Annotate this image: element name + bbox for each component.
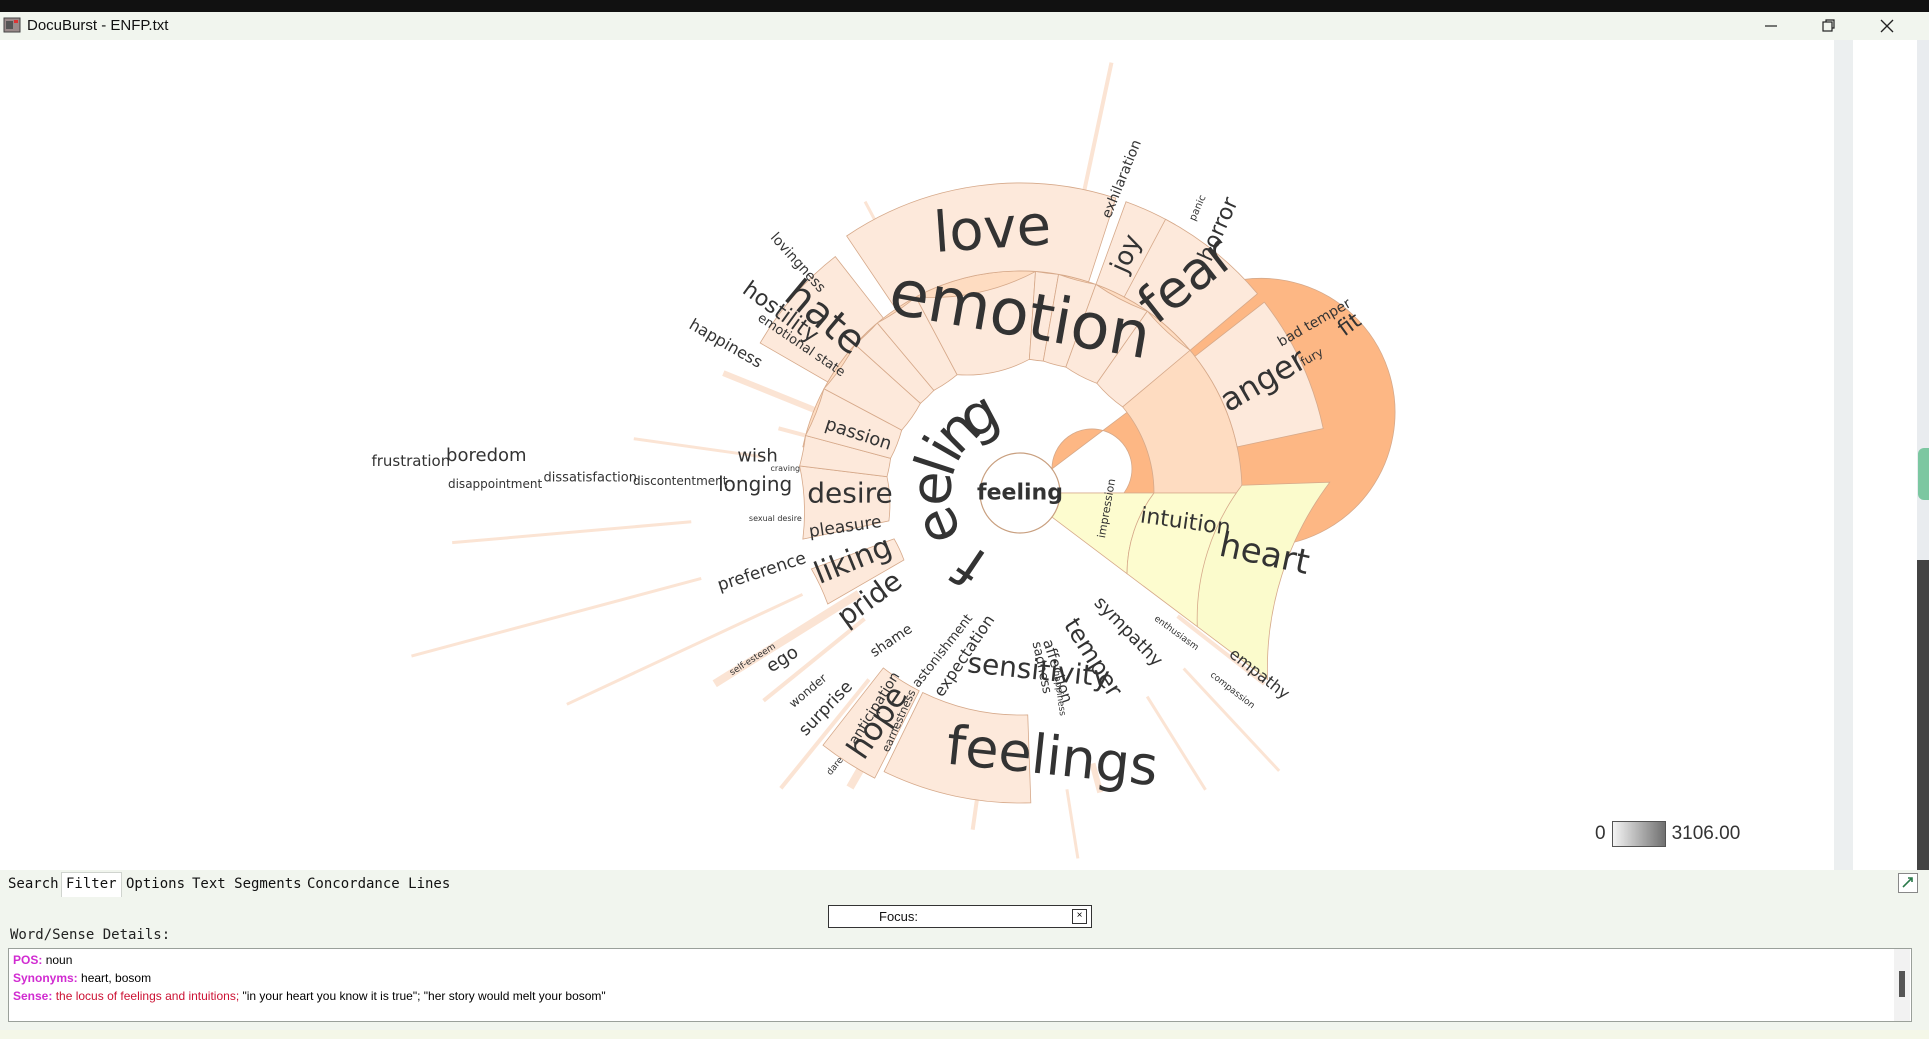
- title-bar: [0, 12, 1929, 40]
- right-edge-dark: [1917, 560, 1929, 870]
- tab-concordance-lines[interactable]: Concordance Lines: [307, 876, 450, 892]
- label-desire: desire: [807, 477, 893, 510]
- tab-options[interactable]: Options: [126, 876, 185, 892]
- pos-row: POS: noun: [13, 953, 72, 967]
- label-love: love: [931, 193, 1053, 266]
- legend-min: 0: [1595, 823, 1606, 844]
- synonyms-value: heart, bosom: [81, 971, 152, 985]
- label-frustration: frustration: [371, 452, 450, 470]
- pos-value: noun: [45, 953, 73, 967]
- app-icon: [3, 17, 21, 33]
- faint-ray: [452, 520, 692, 545]
- os-top-strip: [0, 0, 1929, 12]
- canvas-divider[interactable]: [1834, 40, 1853, 870]
- sunburst-chart[interactable]: feelingemotionlove fearangerjoyhatefeelin…: [0, 40, 1834, 870]
- label-preference: preference: [715, 548, 809, 595]
- synonyms-label: Synonyms:: [13, 971, 78, 985]
- window-title: DocuBurst - ENFP.txt: [27, 17, 169, 34]
- label-shame: shame: [867, 621, 915, 661]
- label-discontentment: discontentment: [633, 474, 728, 488]
- label-sexual-desire: sexual desire: [749, 514, 802, 523]
- export-icon[interactable]: [1898, 873, 1918, 893]
- label-feeling-letter: f: [943, 533, 997, 599]
- sense-examples: "in your heart you know it is true"; "he…: [242, 989, 606, 1003]
- bottom-strip: [0, 1030, 1929, 1039]
- pos-label: POS:: [13, 953, 43, 967]
- focus-field[interactable]: Focus: ×: [828, 905, 1092, 928]
- close-button[interactable]: [1858, 12, 1916, 40]
- color-legend: 0 3106.00: [1595, 820, 1740, 848]
- side-handle[interactable]: [1918, 448, 1929, 500]
- sense-row: Sense: the locus of feelings and intuiti…: [13, 989, 606, 1003]
- restore-icon: [1822, 19, 1835, 32]
- legend-gradient: [1611, 821, 1666, 847]
- synonyms-row: Synonyms: heart, bosom: [13, 971, 151, 985]
- label-feeling: feeling: [977, 481, 1063, 506]
- label-disappointment: disappointment: [448, 477, 542, 491]
- label-dissatisfaction: dissatisfaction: [544, 470, 637, 485]
- tab-filter[interactable]: Filter: [61, 872, 122, 897]
- sense-label: Sense:: [13, 989, 53, 1003]
- details-scroll-thumb[interactable]: [1899, 971, 1905, 997]
- tab-search[interactable]: Search: [8, 876, 59, 892]
- faint-ray: [1065, 789, 1080, 859]
- label-craving: craving: [770, 464, 800, 473]
- minimize-icon: [1765, 25, 1777, 27]
- clear-focus-icon[interactable]: ×: [1072, 909, 1087, 924]
- label-boredom: boredom: [446, 445, 527, 466]
- minimize-button[interactable]: [1742, 12, 1800, 40]
- label-longing: longing: [718, 472, 792, 496]
- legend-max: 3106.00: [1671, 823, 1741, 844]
- label-panic: panic: [1188, 193, 1209, 222]
- close-icon: [1880, 19, 1894, 33]
- label-happiness: happiness: [686, 315, 766, 372]
- sense-definition: the locus of feelings and intuitions;: [55, 989, 240, 1003]
- details-box[interactable]: POS: noun Synonyms: heart, bosom Sense: …: [8, 948, 1912, 1022]
- tab-text-segments[interactable]: Text Segments: [192, 876, 302, 892]
- restore-button[interactable]: [1800, 12, 1858, 40]
- focus-label: Focus:: [879, 909, 919, 924]
- faint-ray: [411, 576, 702, 658]
- details-title: Word/Sense Details:: [10, 927, 171, 943]
